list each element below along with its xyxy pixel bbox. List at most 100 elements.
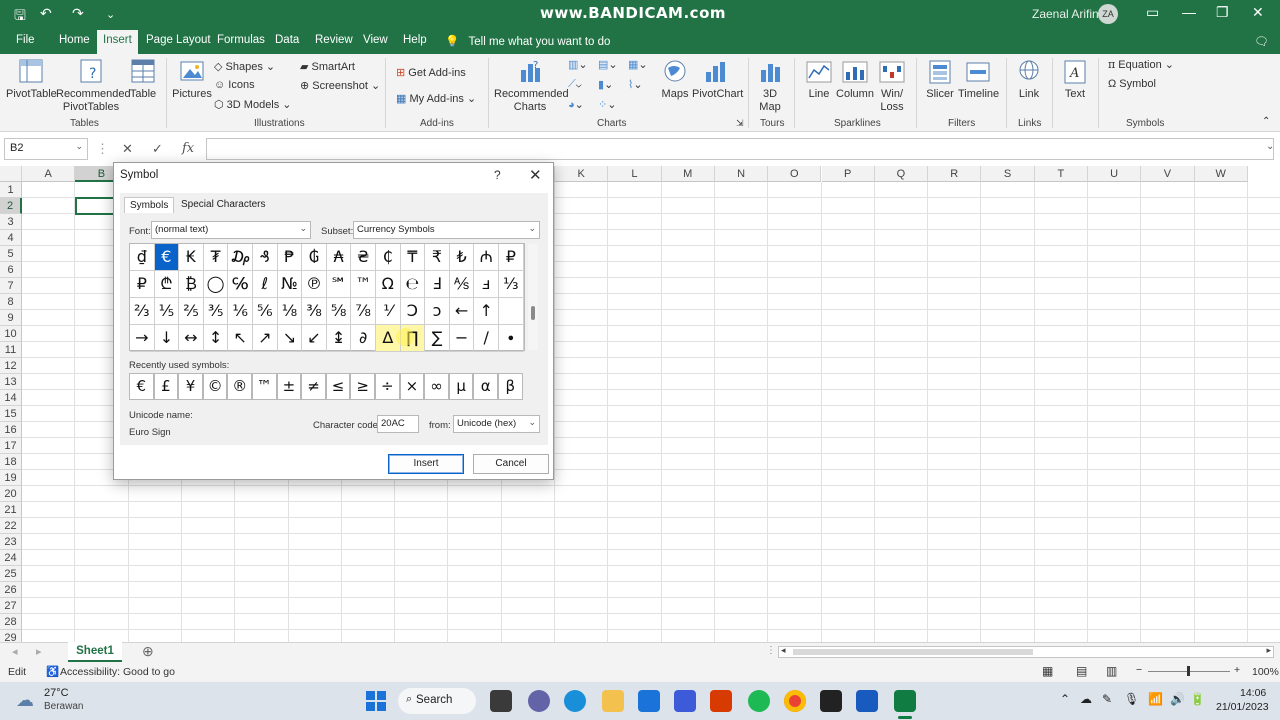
symbol-cell[interactable]: ₴ bbox=[351, 244, 376, 271]
name-box-dropdown-icon[interactable]: ⌄ bbox=[75, 141, 83, 152]
recent-symbol-cell[interactable]: £ bbox=[153, 373, 179, 400]
recent-symbol-cell[interactable]: ¥ bbox=[178, 373, 203, 400]
avatar[interactable]: ZA bbox=[1098, 4, 1118, 24]
symbol-button[interactable]: Ω Symbol bbox=[1108, 78, 1156, 90]
symbol-cell[interactable]: ∂ bbox=[351, 325, 376, 352]
row-header-24[interactable]: 24 bbox=[0, 550, 22, 566]
symbol-cell[interactable]: ⅙ bbox=[228, 298, 253, 325]
symbol-cell[interactable]: ↔ bbox=[179, 325, 204, 352]
column-header-w[interactable]: W bbox=[1194, 166, 1248, 182]
symbol-cell[interactable]: ₾ bbox=[154, 271, 180, 298]
customize-quick-access-icon[interactable]: ⌄ bbox=[106, 8, 115, 21]
spotify-icon[interactable] bbox=[748, 690, 770, 712]
recent-symbol-cell[interactable]: ÷ bbox=[375, 373, 400, 400]
recent-symbol-cell[interactable]: ™ bbox=[252, 373, 277, 400]
pictures-button[interactable]: Pictures bbox=[172, 58, 212, 101]
column-header-a[interactable]: A bbox=[22, 166, 76, 182]
symbol-cell[interactable]: ₮ bbox=[203, 244, 229, 271]
symbol-cell[interactable]: ™ bbox=[351, 271, 376, 298]
symbol-cell[interactable]: ⅚ bbox=[253, 298, 278, 325]
recent-symbol-cell[interactable]: ≥ bbox=[350, 373, 375, 400]
link-button[interactable]: Link bbox=[1012, 58, 1046, 101]
row-header-27[interactable]: 27 bbox=[0, 598, 22, 614]
tab-page-layout[interactable]: Page Layout bbox=[146, 34, 211, 46]
symbol-cell[interactable]: Ⅎ bbox=[425, 271, 450, 298]
zoom-slider[interactable] bbox=[1148, 666, 1230, 676]
symbol-cell[interactable]: → bbox=[130, 325, 155, 352]
charts-dialog-launcher-icon[interactable]: ⇲ bbox=[736, 118, 744, 129]
symbol-cell[interactable]: ₲ bbox=[302, 244, 327, 271]
row-header-15[interactable]: 15 bbox=[0, 406, 22, 422]
symbol-cell[interactable]: ↄ bbox=[425, 298, 450, 325]
symbol-cell[interactable]: ℗ bbox=[302, 271, 327, 298]
symbol-cell[interactable]: ℅ bbox=[228, 271, 253, 298]
combo-chart-dropdown[interactable]: ⌇⌄ bbox=[628, 78, 643, 91]
prev-sheet-icon[interactable]: ◂ bbox=[12, 645, 18, 658]
my-addins-button[interactable]: ▦ My Add-ins ⌄ bbox=[396, 92, 476, 105]
help-button[interactable]: ? bbox=[494, 168, 501, 182]
symbol-cell[interactable]: ↗ bbox=[253, 325, 278, 352]
page-break-view-icon[interactable]: ▥ bbox=[1106, 664, 1117, 678]
clock-date[interactable]: 21/01/2023 bbox=[1216, 701, 1269, 713]
tab-data[interactable]: Data bbox=[275, 34, 299, 46]
windows-start-icon[interactable] bbox=[366, 691, 386, 711]
row-header-7[interactable]: 7 bbox=[0, 278, 22, 294]
row-header-3[interactable]: 3 bbox=[0, 214, 22, 230]
weather-temperature[interactable]: 27°C bbox=[44, 687, 69, 699]
subset-select[interactable]: Currency Symbols ⌄ bbox=[353, 221, 540, 239]
column-header-l[interactable]: L bbox=[608, 166, 662, 182]
hierarchy-chart-dropdown[interactable]: ▤⌄ bbox=[598, 58, 618, 71]
symbol-cell[interactable]: ∙ bbox=[499, 325, 524, 352]
tab-home[interactable]: Home bbox=[59, 34, 90, 46]
shapes-button[interactable]: ◇ Shapes ⌄ bbox=[214, 60, 275, 73]
symbol-cell[interactable]: ⅟ bbox=[376, 298, 401, 325]
scatter-chart-dropdown[interactable]: ⁘⌄ bbox=[598, 98, 616, 111]
column-header-k[interactable]: K bbox=[555, 166, 609, 182]
pivottable-button[interactable]: PivotTable bbox=[6, 58, 57, 101]
column-chart-dropdown[interactable]: ▥⌄ bbox=[568, 58, 588, 71]
expand-formula-bar-icon[interactable]: ⌄ bbox=[1266, 141, 1274, 152]
collapse-ribbon-icon[interactable]: ⌃ bbox=[1262, 116, 1270, 127]
comments-icon[interactable]: 🗨 bbox=[1254, 34, 1269, 48]
winloss-sparkline-button[interactable]: Win/ Loss bbox=[876, 58, 908, 114]
show-hidden-icons-icon[interactable]: ⌃ bbox=[1060, 692, 1070, 706]
teams-chat-icon[interactable] bbox=[528, 690, 550, 712]
save-icon[interactable]: 🖫 bbox=[14, 5, 26, 29]
symbol-cell[interactable]: ∑ bbox=[425, 325, 450, 352]
symbol-cell[interactable]: ₹ bbox=[425, 244, 450, 271]
symbol-cell[interactable]: ⅓ bbox=[499, 271, 524, 298]
recent-symbol-cell[interactable]: © bbox=[202, 373, 228, 400]
symbol-cell[interactable]: ⅔ bbox=[130, 298, 155, 325]
symbol-cell[interactable]: № bbox=[277, 271, 303, 298]
zoom-slider-handle[interactable] bbox=[1187, 666, 1190, 676]
row-header-6[interactable]: 6 bbox=[0, 262, 22, 278]
symbol-cell[interactable]: ⅖ bbox=[179, 298, 204, 325]
zoom-out-icon[interactable]: − bbox=[1136, 664, 1142, 676]
row-header-8[interactable]: 8 bbox=[0, 294, 22, 310]
row-header-21[interactable]: 21 bbox=[0, 502, 22, 518]
column-header-p[interactable]: P bbox=[821, 166, 875, 182]
name-box[interactable]: B2 ⌄ bbox=[4, 138, 88, 160]
row-header-10[interactable]: 10 bbox=[0, 326, 22, 342]
symbol-cell[interactable]: ℠ bbox=[326, 271, 352, 298]
icons-button[interactable]: ☺ Icons bbox=[214, 79, 255, 91]
horizontal-scroll-thumb[interactable] bbox=[793, 649, 1033, 655]
symbol-cell[interactable]: ⅝ bbox=[326, 298, 352, 325]
character-code-input[interactable]: 20AC bbox=[377, 415, 419, 433]
file-explorer-icon[interactable] bbox=[602, 690, 624, 712]
tell-me-search[interactable]: 💡 Tell me what you want to do bbox=[445, 34, 610, 48]
recommended-charts-button[interactable]: ? Recommended Charts bbox=[494, 58, 569, 114]
symbol-cell[interactable]: ↖ bbox=[228, 325, 253, 352]
edge-browser-icon[interactable] bbox=[564, 690, 586, 712]
symbol-cell[interactable]: ₱ bbox=[277, 244, 303, 271]
sheet-tab-splitter-icon[interactable]: ⋮ bbox=[766, 645, 776, 656]
page-layout-view-icon[interactable]: ▤ bbox=[1076, 664, 1087, 678]
onedrive-icon[interactable]: ☁ bbox=[1080, 692, 1092, 706]
column-sparkline-button[interactable]: Column bbox=[836, 58, 874, 101]
row-header-23[interactable]: 23 bbox=[0, 534, 22, 550]
next-sheet-icon[interactable]: ▸ bbox=[36, 645, 42, 658]
recent-symbol-cell[interactable]: € bbox=[129, 373, 154, 400]
waterfall-chart-dropdown[interactable]: ▦⌄ bbox=[628, 58, 648, 71]
row-header-26[interactable]: 26 bbox=[0, 582, 22, 598]
zoom-in-icon[interactable]: + bbox=[1234, 664, 1240, 676]
